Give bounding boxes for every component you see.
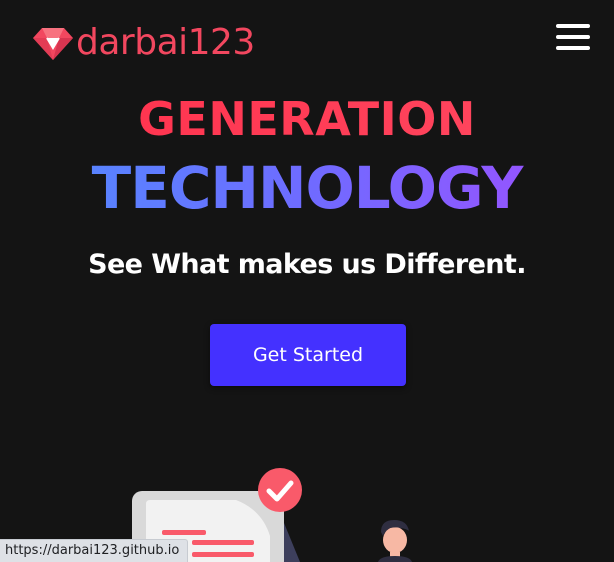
page: darbai123 GENERATION TECHNOLOGY See What… (0, 0, 614, 562)
headline-generation: GENERATION (0, 94, 614, 144)
brand-logo-link[interactable]: darbai123 (32, 22, 255, 66)
get-started-button[interactable]: Get Started (210, 324, 406, 386)
status-bar-url: https://darbai123.github.io (0, 539, 189, 562)
tagline: See What makes us Different. (88, 249, 526, 280)
checkmark-badge-icon (258, 468, 302, 512)
brand-name: darbai123 (76, 22, 255, 63)
diamond-icon (32, 24, 74, 64)
person-illustration (378, 520, 412, 562)
menu-button[interactable] (556, 24, 590, 50)
headline-technology: TECHNOLOGY (0, 156, 614, 220)
